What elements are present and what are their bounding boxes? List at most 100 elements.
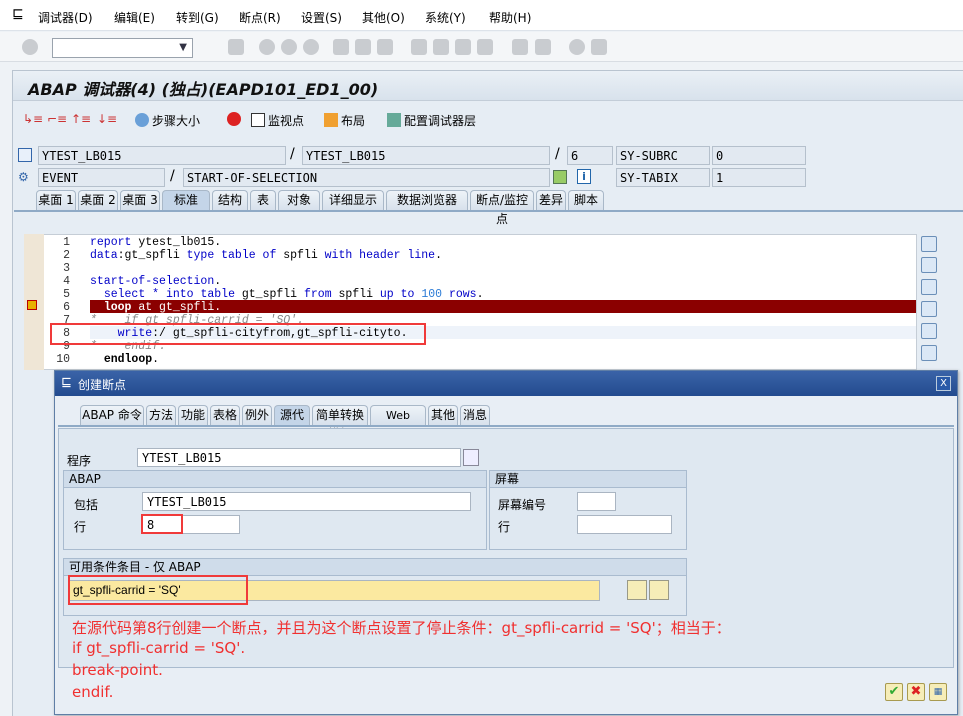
maximize-icon[interactable] xyxy=(921,301,937,317)
find-icon[interactable] xyxy=(355,39,371,55)
tab-other[interactable]: 其他 xyxy=(428,405,458,425)
continue-icon[interactable]: ↓≡ xyxy=(97,112,117,126)
step-over-icon[interactable]: ⌐≡ xyxy=(47,112,67,126)
confirm-check-icon[interactable]: ✔ xyxy=(885,683,903,701)
tab-abap-command[interactable]: ABAP 命令 xyxy=(80,405,144,425)
code-line[interactable]: loop at gt_spfli. xyxy=(90,301,221,314)
code-line[interactable]: endloop. xyxy=(90,353,159,366)
line-number: 10 xyxy=(56,353,70,366)
dialog-close-button[interactable]: X xyxy=(936,376,951,391)
menu-goto[interactable]: 转到(G) xyxy=(176,9,219,26)
line-field: 6 xyxy=(567,146,613,165)
last-page-icon[interactable] xyxy=(477,39,493,55)
tab-data-browser[interactable]: 数据浏览器 xyxy=(386,190,468,210)
find-next-icon[interactable] xyxy=(377,39,393,55)
separator: / xyxy=(555,146,560,162)
config-layers-button[interactable]: 配置调试器层 xyxy=(387,112,476,129)
menu-breakpoints[interactable]: 断点(R) xyxy=(239,9,281,26)
menu-edit[interactable]: 编辑(E) xyxy=(114,9,155,26)
back-icon[interactable] xyxy=(259,39,275,55)
system-menu-icon[interactable]: ⊑ xyxy=(12,6,24,22)
program-input[interactable]: YTEST_LB015 xyxy=(137,448,461,467)
tab-messages[interactable]: 消息 xyxy=(460,405,490,425)
step-into-icon[interactable]: ↳≡ xyxy=(23,112,43,126)
tab-desktop-2[interactable]: 桌面 2 xyxy=(78,190,118,210)
command-field[interactable]: ▼ xyxy=(52,38,193,58)
tab-standard[interactable]: 标准 xyxy=(162,190,210,210)
tab-objects[interactable]: 对象 xyxy=(278,190,320,210)
navigate-icon[interactable] xyxy=(553,170,567,184)
info-icon[interactable]: i xyxy=(577,169,591,184)
menu-other[interactable]: 其他(O) xyxy=(362,9,405,26)
code-line[interactable]: start-of-selection. xyxy=(90,275,221,288)
edit-condition-icon[interactable] xyxy=(627,580,647,600)
dropdown-icon[interactable]: ▼ xyxy=(179,42,187,53)
tab-table[interactable]: 表 xyxy=(250,190,276,210)
stop-icon[interactable] xyxy=(227,112,244,127)
first-page-icon[interactable] xyxy=(411,39,427,55)
tab-breakpoints[interactable]: 断点/监控点 xyxy=(470,190,534,226)
screen-line-input[interactable] xyxy=(577,515,672,534)
next-page-icon[interactable] xyxy=(455,39,471,55)
tab-source-code[interactable]: 源代码 xyxy=(274,405,310,441)
tab-diff[interactable]: 差异 xyxy=(536,190,566,210)
menu-help[interactable]: 帮助(H) xyxy=(489,9,531,26)
settings-icon[interactable]: ▦ xyxy=(929,683,947,701)
line-number: 2 xyxy=(63,249,70,262)
condition-help-icon[interactable] xyxy=(649,580,669,600)
condition-highlight-box xyxy=(68,575,248,605)
cancel-icon[interactable] xyxy=(303,39,319,55)
tab-structure[interactable]: 结构 xyxy=(212,190,248,210)
previous-page-icon[interactable] xyxy=(433,39,449,55)
line-number: 6 xyxy=(63,301,70,314)
help-icon[interactable] xyxy=(569,39,585,55)
shortcut-icon[interactable] xyxy=(535,39,551,55)
services-icon[interactable] xyxy=(921,345,937,361)
document-icon xyxy=(251,113,265,127)
dialog-tabs: ABAP 命令 方法 功能 表格 例外 源代码 简单转换模板 Web Dynpr… xyxy=(58,405,954,441)
menu-settings[interactable]: 设置(S) xyxy=(301,9,342,26)
code-line[interactable]: select * into table gt_spfli from spfli … xyxy=(90,288,484,301)
cancel-x-icon[interactable]: ✖ xyxy=(907,683,925,701)
include-input[interactable]: YTEST_LB015 xyxy=(142,492,471,511)
close-editor-icon[interactable] xyxy=(921,236,937,252)
program-icon xyxy=(18,148,32,162)
tab-simple-transformation[interactable]: 简单转换模板 xyxy=(312,405,368,441)
menu-bar: ⊑ 调试器(D) 编辑(E) 转到(G) 断点(R) 设置(S) 其他(O) 系… xyxy=(0,0,963,31)
screen-number-input[interactable] xyxy=(577,492,616,511)
dialog-title: 创建断点 xyxy=(78,378,127,392)
value-help-icon[interactable] xyxy=(463,449,479,466)
return-icon[interactable]: ↑≡ xyxy=(71,112,91,126)
tab-desktop-1[interactable]: 桌面 1 xyxy=(36,190,76,210)
screen-group-header: 屏幕 xyxy=(490,471,686,488)
tab-table[interactable]: 表格 xyxy=(210,405,240,425)
new-tool-icon[interactable] xyxy=(921,257,937,273)
tab-method[interactable]: 方法 xyxy=(146,405,176,425)
layout-button[interactable]: 布局 xyxy=(324,112,365,129)
include-field: YTEST_LB015 xyxy=(302,146,550,165)
screen-number-label: 屏幕编号 xyxy=(498,498,547,512)
watchpoint-button[interactable]: 监视点 xyxy=(251,112,304,129)
menu-system[interactable]: 系统(Y) xyxy=(425,9,466,26)
new-session-icon[interactable] xyxy=(512,39,528,55)
tab-detail[interactable]: 详细显示 xyxy=(322,190,384,210)
exit-icon[interactable] xyxy=(281,39,297,55)
tab-desktop-3[interactable]: 桌面 3 xyxy=(120,190,160,210)
swap-icon[interactable] xyxy=(921,323,937,339)
tab-script[interactable]: 脚本 xyxy=(568,190,604,210)
layout-menu-icon[interactable] xyxy=(591,39,607,55)
print-icon[interactable] xyxy=(333,39,349,55)
code-line[interactable]: report ytest_lb015. xyxy=(90,236,221,249)
code-line[interactable]: data:gt_spfli type table of spfli with h… xyxy=(90,249,442,262)
sy-subrc-label: SY-SUBRC xyxy=(616,146,710,165)
line-number: 1 xyxy=(63,236,70,249)
tab-web-dynpro[interactable]: Web Dynpro xyxy=(370,405,426,441)
current-statement-arrow-icon xyxy=(27,300,37,310)
enter-icon[interactable] xyxy=(22,39,38,55)
tab-exception[interactable]: 例外 xyxy=(242,405,272,425)
tab-function[interactable]: 功能 xyxy=(178,405,208,425)
step-size-button[interactable]: 步骤大小 xyxy=(135,112,200,129)
save-icon[interactable] xyxy=(228,39,244,55)
replace-tool-icon[interactable] xyxy=(921,279,937,295)
menu-debugger[interactable]: 调试器(D) xyxy=(38,9,93,26)
